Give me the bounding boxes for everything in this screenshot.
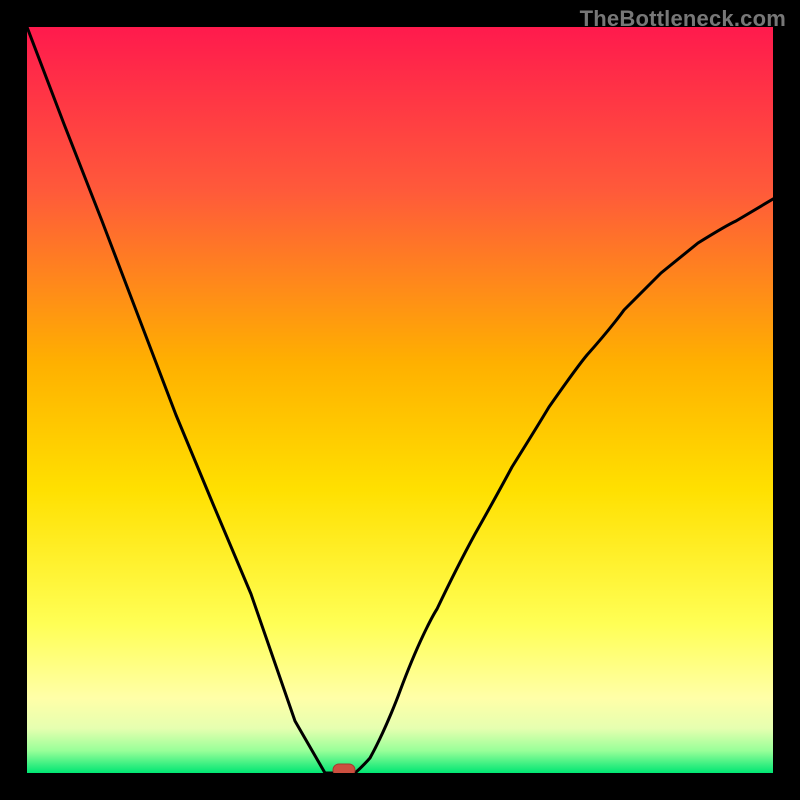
gradient-bg <box>27 27 773 773</box>
minimum-marker <box>333 764 355 773</box>
chart-svg <box>27 27 773 773</box>
chart-frame: TheBottleneck.com <box>0 0 800 800</box>
chart-plot-area <box>27 27 773 773</box>
